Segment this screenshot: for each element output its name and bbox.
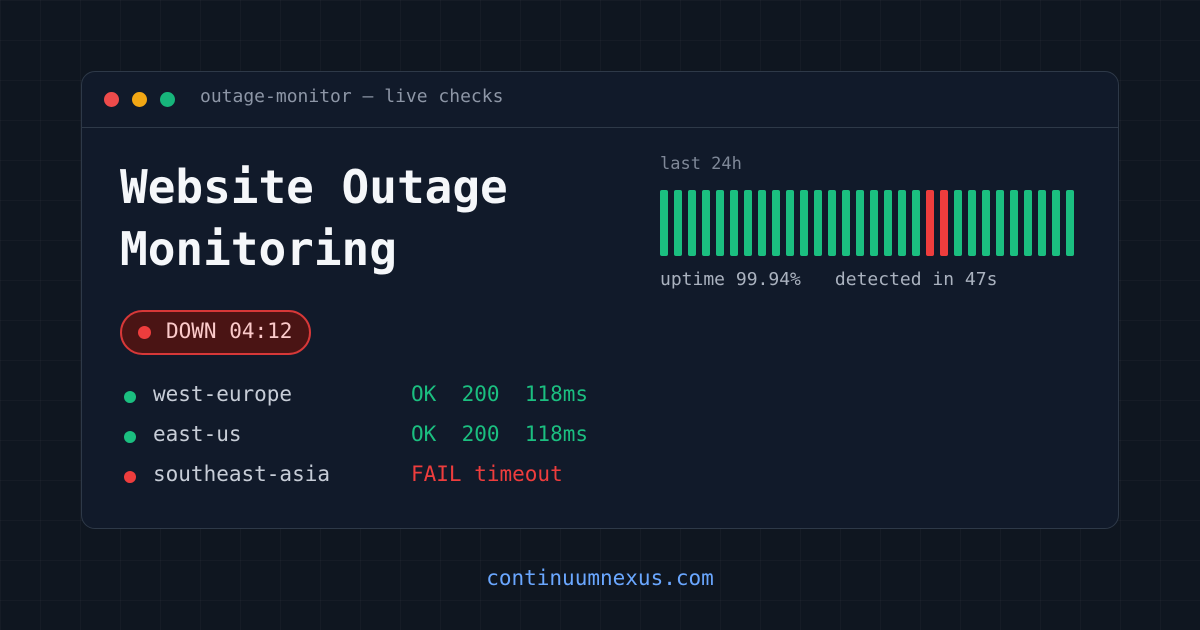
region-name: west-europe (153, 382, 293, 406)
detection-time: detected in 47s (834, 269, 998, 290)
history-bar-ok (757, 190, 767, 256)
history-label: last 24h (660, 154, 742, 174)
history-bar-ok (701, 190, 711, 256)
window-title: outage-monitor — live checks (200, 86, 504, 107)
page-title: Website Outage Monitoring (120, 156, 508, 280)
history-bar-ok (841, 190, 851, 256)
history-bar-fail (925, 190, 935, 256)
history-bar-ok (729, 190, 739, 256)
status-dot-icon (138, 326, 151, 339)
region-status-dot-icon (124, 391, 136, 403)
history-bar-ok (1023, 190, 1032, 256)
maximize-dot-icon[interactable] (160, 92, 175, 107)
history-bar-ok (967, 190, 977, 256)
page-title-line-2: Monitoring (120, 222, 397, 276)
region-status-dot-icon (124, 471, 136, 483)
uptime-value: uptime 99.94% (660, 269, 801, 290)
status-badge-text: DOWN 04:12 (166, 319, 293, 343)
region-row-southeast-asia: southeast-asia FAIL timeout (124, 462, 644, 490)
history-bar-ok (1065, 190, 1074, 256)
history-bar-ok (799, 190, 809, 256)
history-bar-ok (827, 190, 837, 256)
window-titlebar: outage-monitor — live checks (82, 72, 1118, 128)
history-bar-ok (911, 190, 921, 256)
region-status: OK 200 118ms (411, 422, 589, 446)
history-bar-ok (897, 190, 907, 256)
history-bar-ok (1037, 190, 1046, 256)
close-dot-icon[interactable] (104, 92, 119, 107)
history-bar-ok (771, 190, 781, 256)
monitor-window: outage-monitor — live checks Website Out… (81, 71, 1119, 529)
region-status: OK 200 118ms (411, 382, 589, 406)
region-status-dot-icon (124, 431, 136, 443)
page-title-line-1: Website Outage (120, 160, 508, 214)
history-bar-ok (1009, 190, 1018, 256)
history-bar-ok (743, 190, 753, 256)
footer-link[interactable]: continuumnexus.com (0, 566, 1200, 590)
history-bar-ok (715, 190, 725, 256)
history-bar-ok (995, 190, 1005, 256)
history-bar-ok (981, 190, 991, 256)
history-bar-ok (953, 190, 963, 256)
history-bar-ok (883, 190, 893, 256)
status-badge: DOWN 04:12 (120, 310, 311, 355)
uptime-summary: uptime 99.94% detected in 47s (660, 269, 997, 290)
history-bar-ok (673, 190, 683, 256)
history-bar-ok (813, 190, 823, 256)
history-bar-ok (1051, 190, 1060, 256)
history-bar-ok (660, 190, 669, 256)
region-row-west-europe: west-europe OK 200 118ms (124, 382, 644, 410)
history-bar-ok (855, 190, 865, 256)
history-bar-fail (939, 190, 949, 256)
history-bar-ok (687, 190, 697, 256)
minimize-dot-icon[interactable] (132, 92, 147, 107)
region-row-east-us: east-us OK 200 118ms (124, 422, 644, 450)
region-name: southeast-asia (153, 462, 331, 486)
region-name: east-us (153, 422, 242, 446)
history-bar-ok (785, 190, 795, 256)
uptime-history-bars (660, 190, 1074, 256)
region-status: FAIL timeout (411, 462, 563, 486)
history-bar-ok (869, 190, 879, 256)
